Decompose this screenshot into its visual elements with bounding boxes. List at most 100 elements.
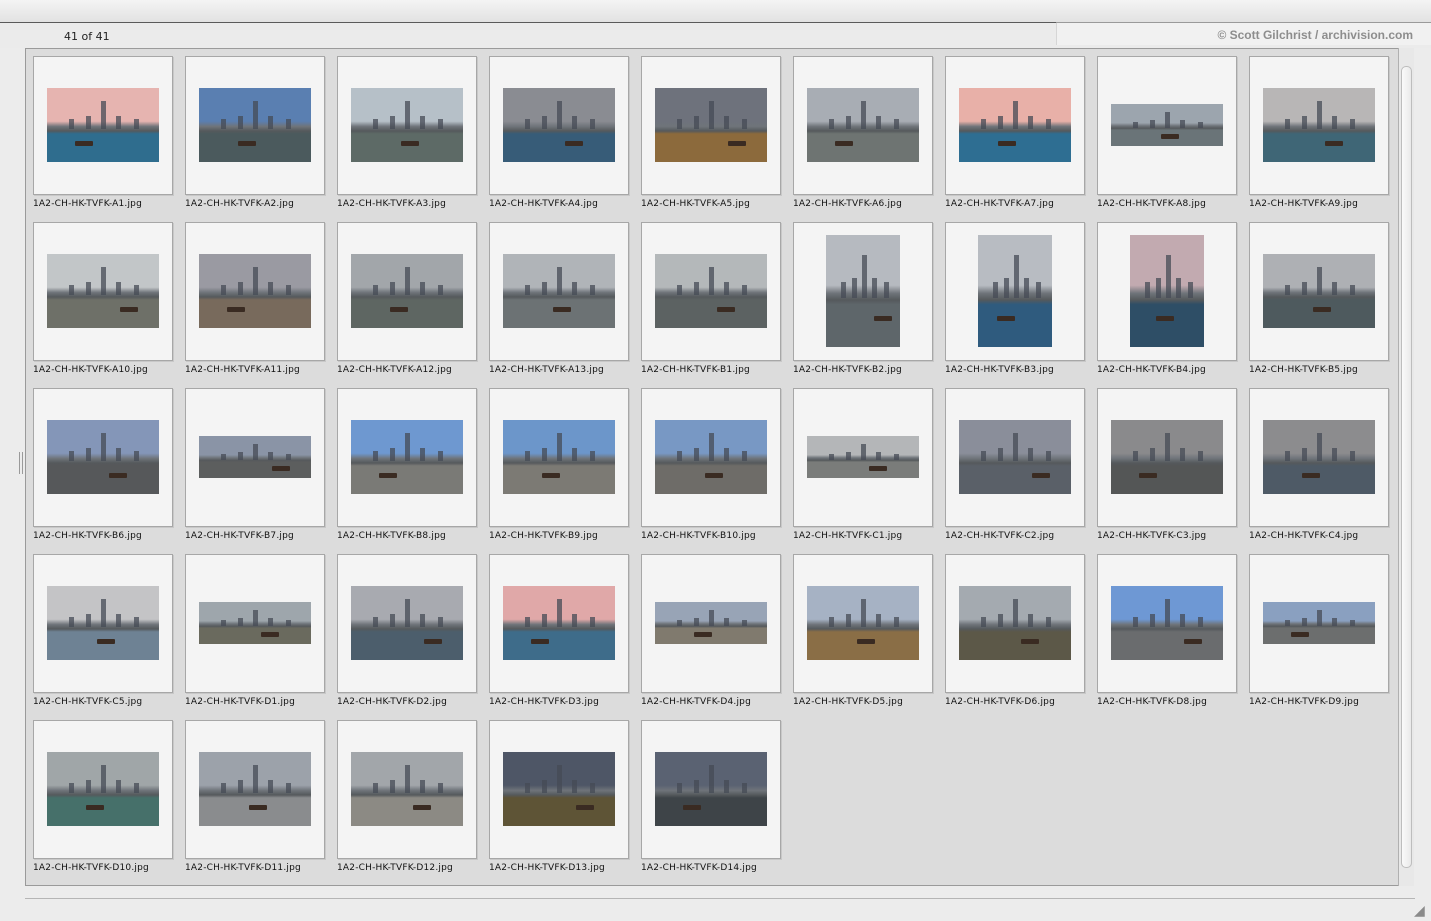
thumbnail-cell[interactable]: 1A2-CH-HK-TVFK-A6.jpg [793, 56, 933, 216]
thumbnail-image[interactable] [351, 752, 463, 826]
slide-mount[interactable] [641, 720, 781, 859]
slide-mount[interactable] [793, 554, 933, 693]
slide-mount[interactable] [945, 388, 1085, 527]
thumbnail-image[interactable] [47, 420, 159, 494]
thumbnail-image[interactable] [503, 88, 615, 162]
thumbnail-cell[interactable]: 1A2-CH-HK-TVFK-D5.jpg [793, 554, 933, 714]
slide-mount[interactable] [641, 56, 781, 195]
thumbnail-cell[interactable]: 1A2-CH-HK-TVFK-D9.jpg [1249, 554, 1389, 714]
slide-mount[interactable] [185, 388, 325, 527]
slide-mount[interactable] [641, 554, 781, 693]
thumbnail-cell[interactable]: 1A2-CH-HK-TVFK-A3.jpg [337, 56, 477, 216]
thumbnail-cell[interactable]: 1A2-CH-HK-TVFK-B1.jpg [641, 222, 781, 382]
thumbnail-cell[interactable]: 1A2-CH-HK-TVFK-A1.jpg [33, 56, 173, 216]
slide-mount[interactable] [185, 56, 325, 195]
thumbnail-cell[interactable]: 1A2-CH-HK-TVFK-B5.jpg [1249, 222, 1389, 382]
thumbnail-cell[interactable]: 1A2-CH-HK-TVFK-D13.jpg [489, 720, 629, 880]
thumbnail-image[interactable] [1263, 420, 1375, 494]
thumbnail-image[interactable] [199, 88, 311, 162]
thumbnail-cell[interactable]: 1A2-CH-HK-TVFK-A9.jpg [1249, 56, 1389, 216]
thumbnail-cell[interactable]: 1A2-CH-HK-TVFK-A8.jpg [1097, 56, 1237, 216]
thumbnail-image[interactable] [47, 752, 159, 826]
thumbnail-cell[interactable]: 1A2-CH-HK-TVFK-C1.jpg [793, 388, 933, 548]
thumbnail-image[interactable] [807, 436, 919, 478]
thumbnail-image[interactable] [959, 420, 1071, 494]
slide-mount[interactable] [489, 720, 629, 859]
thumbnail-image[interactable] [47, 254, 159, 328]
thumbnail-image[interactable] [655, 254, 767, 328]
thumbnail-image[interactable] [1111, 104, 1223, 146]
slide-mount[interactable] [641, 388, 781, 527]
slide-mount[interactable] [793, 222, 933, 361]
thumbnail-cell[interactable]: 1A2-CH-HK-TVFK-B7.jpg [185, 388, 325, 548]
thumbnail-cell[interactable]: 1A2-CH-HK-TVFK-C2.jpg [945, 388, 1085, 548]
slide-mount[interactable] [945, 554, 1085, 693]
thumbnail-cell[interactable]: 1A2-CH-HK-TVFK-A4.jpg [489, 56, 629, 216]
thumbnail-cell[interactable]: 1A2-CH-HK-TVFK-B9.jpg [489, 388, 629, 548]
thumbnail-image[interactable] [1263, 602, 1375, 644]
thumbnail-cell[interactable]: 1A2-CH-HK-TVFK-D1.jpg [185, 554, 325, 714]
thumbnail-image[interactable] [503, 586, 615, 660]
thumbnail-image[interactable] [807, 586, 919, 660]
slide-mount[interactable] [337, 388, 477, 527]
thumbnail-image[interactable] [351, 88, 463, 162]
thumbnail-cell[interactable]: 1A2-CH-HK-TVFK-B10.jpg [641, 388, 781, 548]
resize-grip-icon[interactable]: ◢ [1414, 904, 1428, 918]
thumbnail-image[interactable] [1263, 88, 1375, 162]
thumbnail-image[interactable] [1130, 235, 1204, 347]
slide-mount[interactable] [337, 554, 477, 693]
thumbnail-image[interactable] [978, 235, 1052, 347]
thumbnail-cell[interactable]: 1A2-CH-HK-TVFK-C5.jpg [33, 554, 173, 714]
thumbnail-image[interactable] [807, 88, 919, 162]
slide-mount[interactable] [337, 222, 477, 361]
slide-mount[interactable] [641, 222, 781, 361]
slide-mount[interactable] [185, 720, 325, 859]
slide-mount[interactable] [793, 56, 933, 195]
slide-mount[interactable] [489, 388, 629, 527]
thumbnail-image[interactable] [199, 436, 311, 478]
thumbnail-cell[interactable]: 1A2-CH-HK-TVFK-B2.jpg [793, 222, 933, 382]
thumbnail-cell[interactable]: 1A2-CH-HK-TVFK-D11.jpg [185, 720, 325, 880]
slide-mount[interactable] [793, 388, 933, 527]
thumbnail-cell[interactable]: 1A2-CH-HK-TVFK-A13.jpg [489, 222, 629, 382]
thumbnail-image[interactable] [503, 254, 615, 328]
thumbnail-image[interactable] [351, 586, 463, 660]
thumbnail-image[interactable] [655, 420, 767, 494]
thumbnail-cell[interactable]: 1A2-CH-HK-TVFK-D14.jpg [641, 720, 781, 880]
slide-mount[interactable] [185, 222, 325, 361]
slide-mount[interactable] [1097, 222, 1237, 361]
slide-mount[interactable] [1097, 388, 1237, 527]
thumbnail-image[interactable] [959, 88, 1071, 162]
scrollbar-thumb[interactable] [1401, 66, 1412, 868]
thumbnail-cell[interactable]: 1A2-CH-HK-TVFK-D4.jpg [641, 554, 781, 714]
slide-mount[interactable] [1097, 56, 1237, 195]
thumbnail-image[interactable] [1263, 254, 1375, 328]
slide-mount[interactable] [1097, 554, 1237, 693]
thumbnail-cell[interactable]: 1A2-CH-HK-TVFK-B4.jpg [1097, 222, 1237, 382]
thumbnail-image[interactable] [655, 602, 767, 644]
slide-mount[interactable] [33, 56, 173, 195]
thumbnail-image[interactable] [47, 586, 159, 660]
thumbnail-cell[interactable]: 1A2-CH-HK-TVFK-D3.jpg [489, 554, 629, 714]
thumbnail-image[interactable] [503, 752, 615, 826]
thumbnail-image[interactable] [199, 254, 311, 328]
thumbnail-cell[interactable]: 1A2-CH-HK-TVFK-D8.jpg [1097, 554, 1237, 714]
thumbnail-image[interactable] [655, 88, 767, 162]
thumbnail-image[interactable] [959, 586, 1071, 660]
thumbnail-image[interactable] [351, 420, 463, 494]
thumbnail-cell[interactable]: 1A2-CH-HK-TVFK-A2.jpg [185, 56, 325, 216]
thumbnail-image[interactable] [47, 88, 159, 162]
slide-mount[interactable] [1249, 222, 1389, 361]
slide-mount[interactable] [945, 56, 1085, 195]
thumbnail-image[interactable] [199, 752, 311, 826]
thumbnail-cell[interactable]: 1A2-CH-HK-TVFK-C3.jpg [1097, 388, 1237, 548]
vertical-scrollbar[interactable] [1398, 48, 1414, 886]
slide-mount[interactable] [489, 554, 629, 693]
thumbnail-image[interactable] [351, 254, 463, 328]
thumbnail-image[interactable] [1111, 586, 1223, 660]
thumbnail-cell[interactable]: 1A2-CH-HK-TVFK-A11.jpg [185, 222, 325, 382]
thumbnail-image[interactable] [826, 235, 900, 347]
thumbnail-cell[interactable]: 1A2-CH-HK-TVFK-D12.jpg [337, 720, 477, 880]
slide-mount[interactable] [1249, 388, 1389, 527]
thumbnail-image[interactable] [199, 602, 311, 644]
